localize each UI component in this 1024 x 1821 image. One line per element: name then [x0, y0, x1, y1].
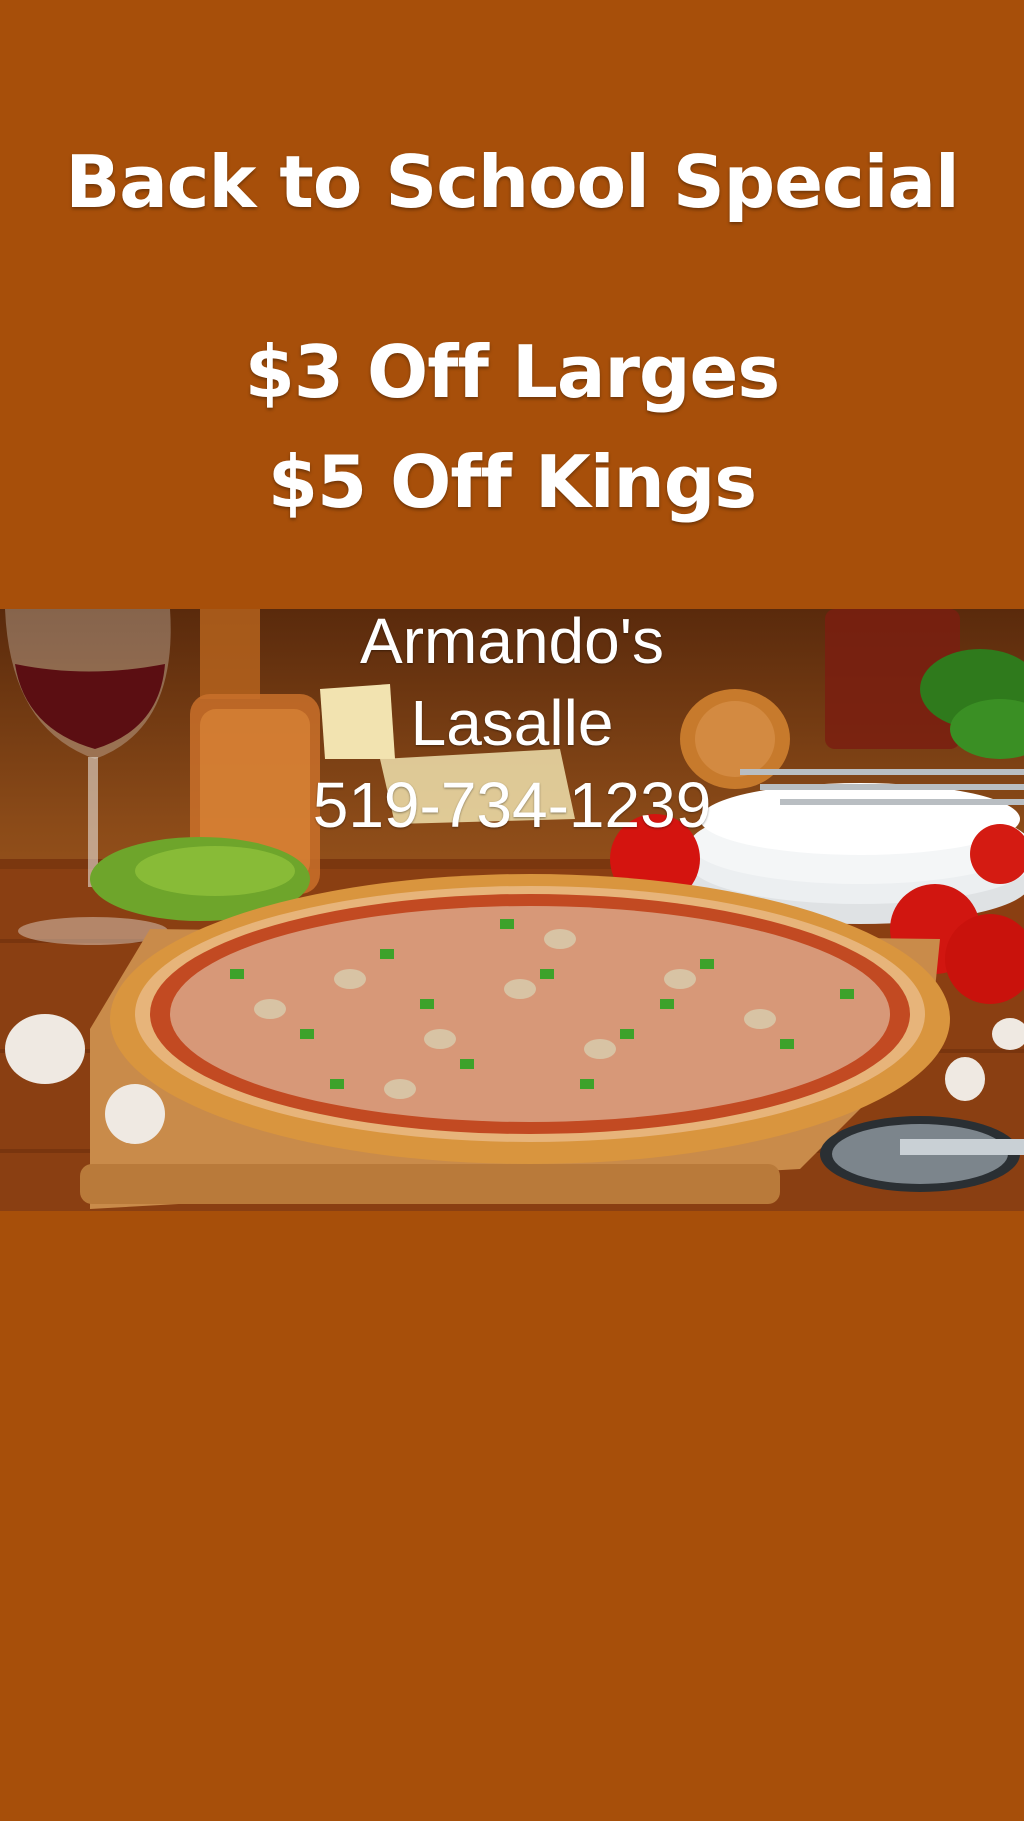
store-phone: 519-734-1239: [312, 769, 712, 841]
store-name: Armando's: [360, 609, 664, 677]
promo-title: Back to School Special: [65, 140, 959, 224]
pizza: [110, 874, 950, 1164]
offer-larges: $3 Off Larges: [244, 330, 780, 414]
pizza-photo: Armando's Lasalle 519-734-1239: [0, 609, 1024, 1211]
offer-kings: $5 Off Kings: [267, 440, 757, 524]
store-location: Lasalle: [410, 687, 614, 759]
